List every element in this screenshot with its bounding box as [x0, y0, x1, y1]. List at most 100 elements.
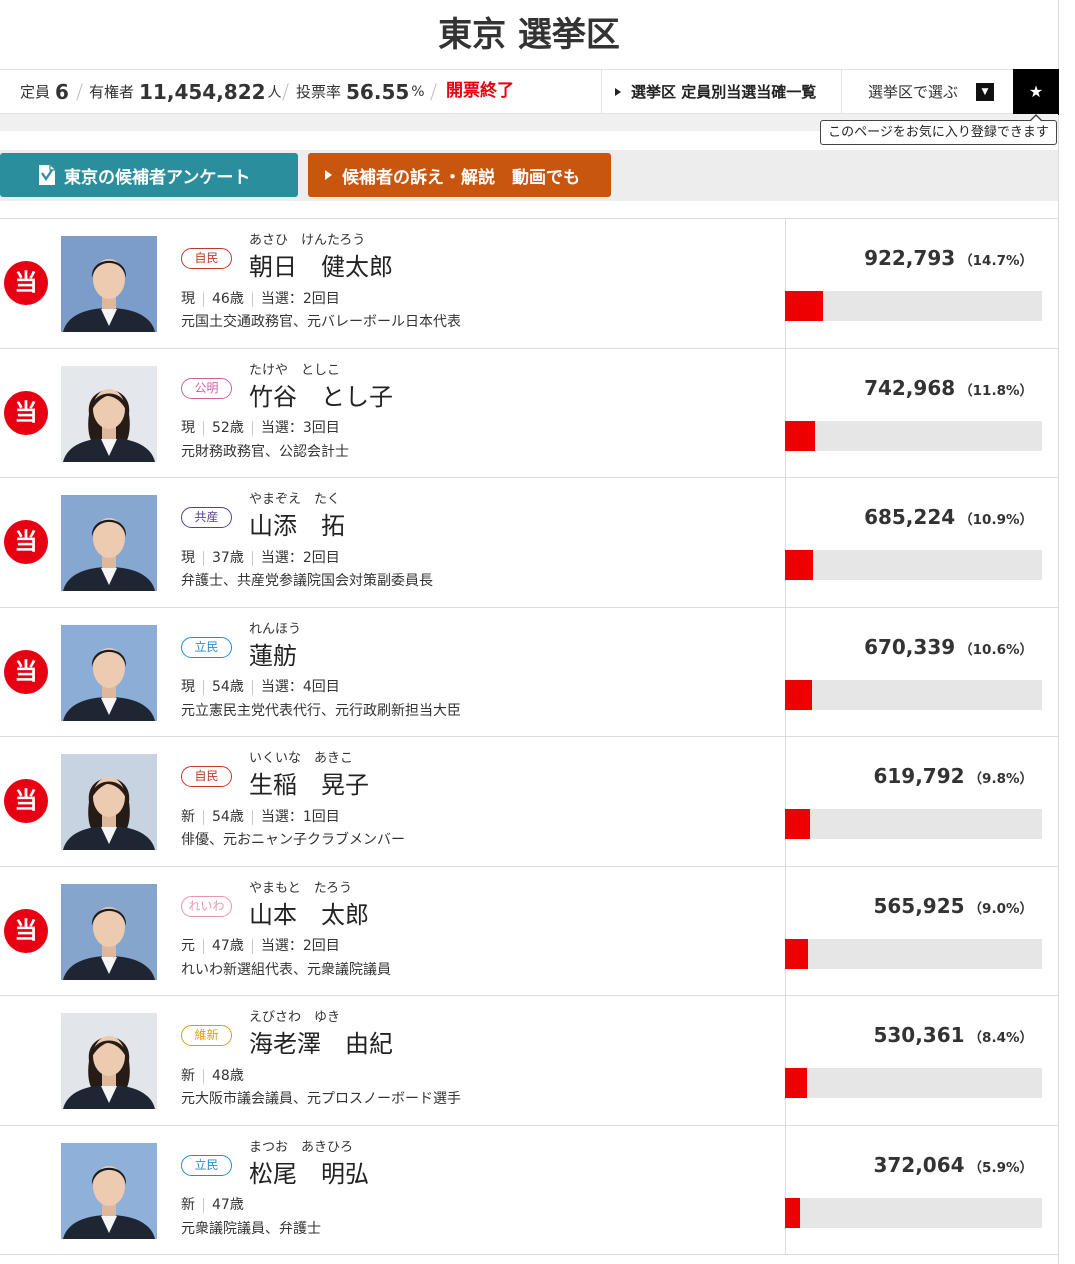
row-divider — [785, 219, 786, 348]
portrait-long-hair-icon — [61, 754, 157, 850]
candidate-name: 海老澤 由紀 — [249, 1030, 393, 1058]
district-select-label: 選挙区で選ぶ — [868, 83, 959, 101]
profile-item: 当選：1回目 — [251, 809, 348, 825]
vote-share-bar-fill — [785, 420, 816, 451]
profile-item: 現 — [181, 420, 195, 436]
vote-share-bar — [785, 550, 1042, 580]
portrait-long-hair-icon — [61, 1013, 157, 1109]
separator — [282, 83, 289, 101]
profile-item: 54歳 — [203, 809, 252, 825]
favorite-button[interactable]: ★ — [1013, 69, 1059, 115]
survey-icon — [39, 165, 55, 185]
vote-share: （11.8%） — [959, 382, 1033, 399]
party-badge: 公明 — [181, 377, 232, 399]
row-divider — [785, 478, 786, 607]
page: 東京 選挙区 定員 6 有権者 11,454,822 人 投票率 56.55 %… — [0, 0, 1059, 1264]
row-divider — [785, 1125, 786, 1254]
candidate-career: 弁護士、共産党参議院国会対策副委員長 — [181, 573, 433, 589]
row-divider — [785, 996, 786, 1125]
video-button-label: 候補者の訴え・解説 動画でも — [342, 167, 580, 188]
candidate-row: 当 公明 たけや としこ 竹谷 とし子現 52歳 当選：3回目 元財務政務官、公認会計士 74… — [0, 348, 1058, 478]
turnout-value: 56.55 — [346, 79, 410, 104]
vote-result: 372,064 （5.9%） — [785, 1149, 1033, 1181]
candidate-furigana: えびさわ ゆき — [249, 1010, 341, 1025]
candidate-name: 松尾 明弘 — [249, 1159, 369, 1188]
vote-share-bar — [785, 938, 1042, 969]
candidate-photo — [61, 883, 157, 980]
vote-share-bar-fill — [785, 938, 809, 969]
turnout-label: 投票率 — [296, 83, 342, 101]
candidate-name: 山添 拓 — [249, 512, 345, 540]
candidate-career: 元大阪市議会議員、元プロスノーボード選手 — [181, 1091, 461, 1107]
candidate-profile: 新 47歳 — [181, 1197, 252, 1215]
row-divider — [785, 737, 786, 866]
candidate-career: 元国土交通政務官、元バレーボール日本代表 — [181, 314, 461, 330]
vote-share-bar — [785, 679, 1042, 710]
vote-count: 530,361 — [873, 1023, 965, 1047]
vote-share: （5.9%） — [968, 1159, 1033, 1176]
candidate-row: 当 共産 やまぞえ たく 山添 拓現 37歳 当選：2回目 弁護士、共産党参議院国会対策副委… — [0, 478, 1058, 608]
vote-count: 619,792 — [873, 764, 965, 788]
profile-item: 当選：2回目 — [251, 939, 348, 954]
vote-share-bar-fill — [785, 291, 823, 321]
portrait-short-hair-icon — [61, 495, 157, 591]
row-divider — [785, 607, 786, 736]
profile-item: 新 — [181, 1197, 195, 1213]
profile-item: 当選：4回目 — [251, 680, 348, 695]
voters-stat: 有権者 11,454,822 人 — [89, 70, 282, 113]
survey-button-label: 東京の候補者アンケート — [64, 167, 251, 188]
vote-count: 565,925 — [873, 893, 965, 918]
vote-count: 742,968 — [864, 375, 956, 400]
party-badge: れいわ — [181, 895, 232, 917]
elected-mark: 当 — [4, 390, 48, 435]
candidate-furigana: いくいな あきこ — [249, 751, 354, 766]
candidate-photo — [61, 365, 157, 462]
candidate-furigana: れんほう — [249, 621, 302, 637]
party-badge: 立民 — [181, 1154, 232, 1176]
candidate-row: 当 自民 いくいな あきこ 生稲 晃子新 54歳 当選：1回目 俳優、元おニャン子クラブメン… — [0, 737, 1058, 867]
row-divider — [785, 348, 786, 477]
vote-share-bar — [785, 1197, 1042, 1228]
candidate-furigana: やまもと たろう — [249, 880, 352, 896]
district-select-dropdown[interactable]: 選挙区で選ぶ ▼ — [868, 70, 995, 113]
elected-mark: 当 — [4, 261, 48, 305]
vote-count: 670,339 — [864, 634, 956, 659]
chevron-down-icon: ▼ — [976, 82, 995, 101]
candidate-photo — [61, 624, 157, 721]
divider — [601, 70, 602, 113]
profile-item: 現 — [181, 549, 195, 566]
profile-item: 新 — [181, 1067, 195, 1084]
candidate-name: 蓮舫 — [249, 641, 297, 670]
candidate-name: 竹谷 とし子 — [249, 382, 393, 411]
portrait-short-hair-icon — [61, 1142, 157, 1239]
profile-item: 当選：2回目 — [251, 291, 348, 307]
profile-item: 47歳 — [203, 1198, 252, 1213]
profile-item: 現 — [181, 290, 195, 307]
candidate-name: 朝日 健太郎 — [249, 253, 393, 281]
profile-item: 現 — [181, 679, 195, 695]
candidate-survey-button[interactable]: 東京の候補者アンケート — [0, 153, 298, 197]
portrait-short-hair-icon — [61, 236, 157, 332]
candidate-row: 当 立民 れんほう 蓮舫現 54歳 当選：4回目 元立憲民主党代表代行、元行政刷新担当大臣 6… — [0, 607, 1058, 737]
vote-count: 685,224 — [864, 505, 956, 529]
candidate-photo — [61, 236, 157, 332]
seats-label: 定員 — [20, 83, 51, 101]
turnout-stat: 投票率 56.55 % — [296, 70, 425, 113]
vote-share: （14.7%） — [959, 253, 1033, 269]
vote-share-bar-fill — [785, 1068, 807, 1098]
candidate-video-button[interactable]: 候補者の訴え・解説 動画でも — [308, 153, 611, 197]
seats-stat: 定員 6 — [20, 70, 69, 113]
favorite-tooltip: このページをお気に入り登録できます — [820, 114, 1057, 145]
candidate-photo — [61, 1013, 157, 1109]
party-badge: 維新 — [181, 1025, 232, 1046]
portrait-short-hair-icon — [61, 883, 157, 980]
winners-list-link[interactable]: 選挙区 定員別当選当確一覧 — [615, 70, 816, 113]
candidate-row: 当 れいわ やまもと たろう 山本 太郎元 47歳 当選：2回目 れいわ新選組代表、元衆議院… — [0, 866, 1058, 996]
vote-share-bar — [785, 1068, 1042, 1098]
profile-item: 52歳 — [203, 421, 252, 436]
candidate-furigana: まつお あきひろ — [249, 1139, 354, 1155]
vote-share-bar — [785, 420, 1042, 451]
candidate-name: 生稲 晃子 — [249, 771, 369, 799]
vote-share-bar-fill — [785, 679, 813, 710]
vote-share: （10.9%） — [959, 512, 1033, 528]
